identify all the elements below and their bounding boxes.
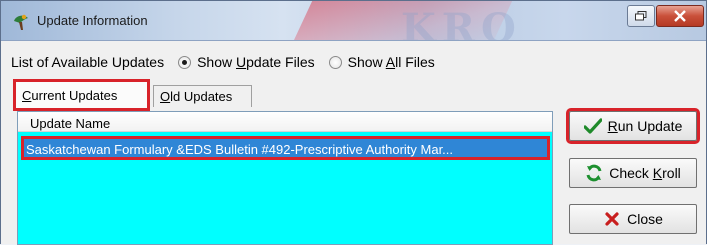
updates-list[interactable]: Update Name Saskatchewan Formulary &EDS … [17, 111, 553, 245]
update-information-window: KRO Update Information List of Available… [0, 0, 707, 245]
title-bar[interactable]: KRO Update Information [1, 1, 706, 41]
app-icon [14, 14, 28, 30]
radio-button[interactable] [178, 55, 192, 69]
close-label: Close [627, 211, 663, 227]
checkmark-icon [583, 117, 602, 135]
tab-current-updates[interactable]: Current Updates [13, 79, 150, 111]
radio-button[interactable] [328, 55, 342, 69]
restore-button[interactable] [627, 5, 655, 27]
run-update-label: Run Update [607, 118, 683, 134]
window-title: Update Information [37, 13, 148, 28]
close-window-button[interactable] [656, 5, 704, 27]
refresh-icon [585, 164, 603, 182]
radio-label-show-all-files: Show All Files [347, 54, 435, 70]
radio-show-all-files[interactable]: Show All Files [328, 54, 435, 70]
restore-icon [635, 11, 647, 21]
radio-label-show-update-files: Show Update Files [197, 54, 315, 70]
list-updates-label: List of Available Updates [11, 54, 165, 70]
tab-old-updates[interactable]: Old Updates [153, 85, 252, 107]
check-kroll-button[interactable]: Check Kroll [569, 158, 697, 188]
close-icon [674, 10, 686, 22]
check-kroll-label: Check Kroll [609, 165, 681, 181]
x-icon [603, 210, 621, 228]
radio-show-update-files[interactable]: Show Update Files [178, 54, 315, 70]
column-header-update-name[interactable]: Update Name [18, 112, 552, 132]
options-row: List of Available Updates Show Update Fi… [11, 53, 435, 71]
title-watermark: KRO [401, 5, 522, 41]
close-button[interactable]: Close [569, 204, 697, 234]
radio-selected-dot [182, 59, 188, 65]
run-update-button[interactable]: Run Update [566, 108, 700, 144]
list-item[interactable]: Saskatchewan Formulary &EDS Bulletin #49… [21, 136, 550, 160]
